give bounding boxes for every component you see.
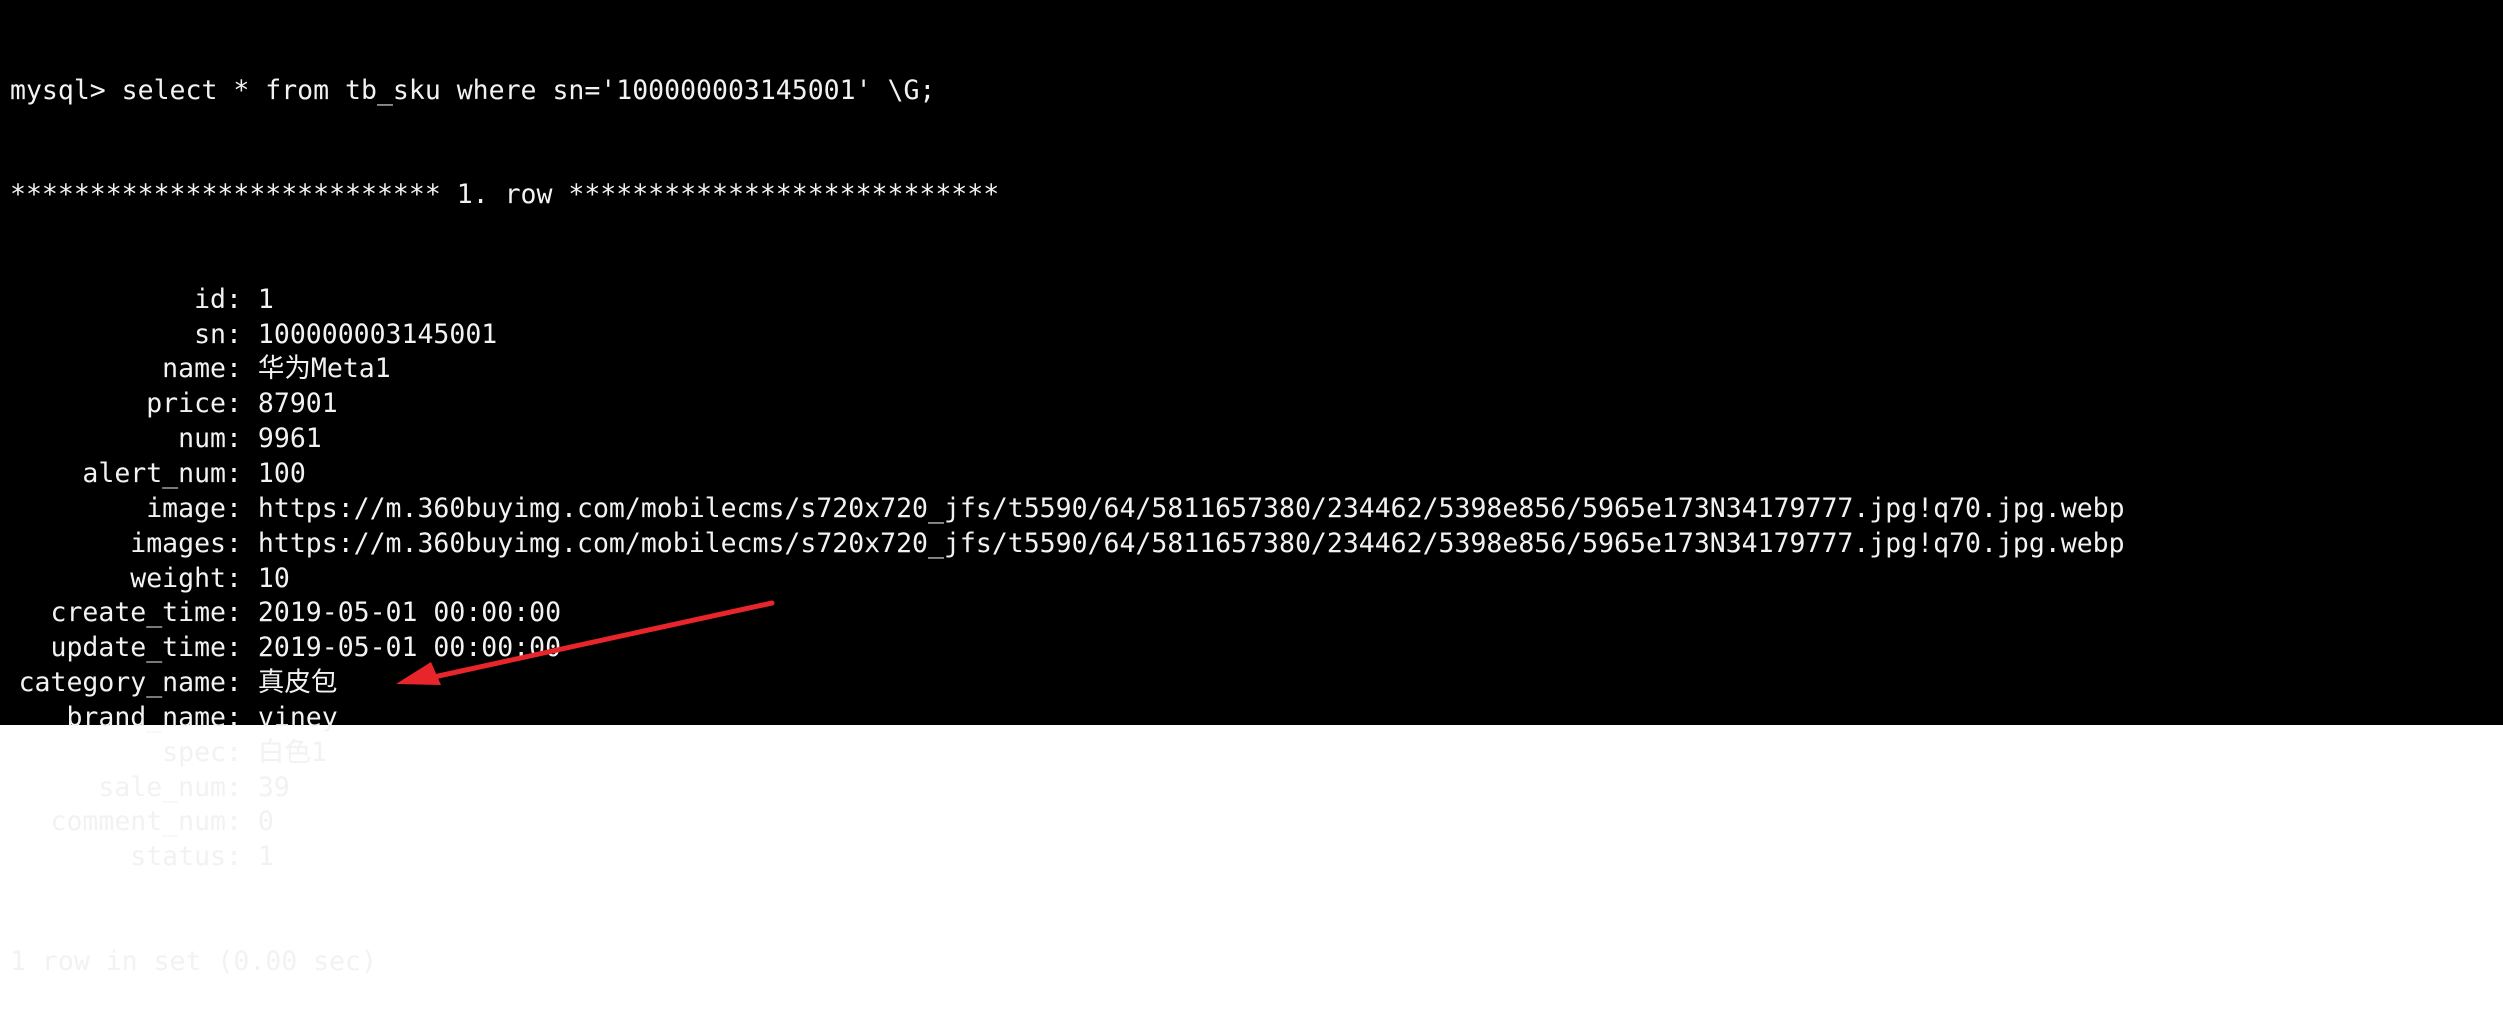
field-name: name: [162, 353, 226, 385]
field-value: 1: [257, 841, 274, 873]
field-value: 2019-05-01 00:00:00: [257, 597, 562, 629]
field-row-status: status: 1: [10, 840, 2503, 875]
field-separator: :: [226, 492, 258, 524]
field-name: alert_num: [82, 457, 226, 489]
field-name: category_name: [18, 667, 226, 699]
field-value: 真皮包: [257, 667, 338, 699]
field-row-brand-name: brand_name: viney: [10, 701, 2503, 736]
field-name: price: [146, 388, 226, 420]
field-row-spec: spec: 白色1: [10, 736, 2503, 771]
row-header: *************************** 1. row *****…: [10, 179, 1000, 211]
field-value: 39: [257, 771, 290, 803]
field-value: viney: [257, 701, 338, 733]
result-summary: 1 row in set (0.00 sec): [10, 945, 377, 977]
field-row-num: num: 9961: [10, 422, 2503, 457]
field-separator: :: [226, 771, 258, 803]
field-row-sn: sn: 100000003145001: [10, 318, 2503, 353]
field-name: brand_name: [66, 701, 226, 733]
field-value: 100: [257, 457, 306, 489]
field-separator: :: [226, 806, 258, 838]
field-separator: :: [226, 841, 258, 873]
field-separator: :: [226, 632, 258, 664]
field-row-category-name: category_name: 真皮包: [10, 666, 2503, 701]
field-separator: :: [226, 527, 258, 559]
field-row-image: image: https://m.360buyimg.com/mobilecms…: [10, 492, 2503, 527]
field-value: 2019-05-01 00:00:00: [257, 632, 562, 664]
field-row-sale-num: sale_num: 39: [10, 771, 2503, 806]
field-value: 9961: [257, 423, 322, 455]
field-separator: :: [226, 318, 258, 350]
field-value: 白色1: [257, 736, 327, 768]
field-name: create_time: [50, 597, 227, 629]
field-name: status: [130, 841, 226, 873]
field-row-price: price: 87901: [10, 387, 2503, 422]
field-row-create-time: create_time: 2019-05-01 00:00:00: [10, 596, 2503, 631]
field-separator: :: [226, 353, 258, 385]
field-row-alert-num: alert_num: 100: [10, 457, 2503, 492]
field-value: https://m.360buyimg.com/mobilecms/s720x7…: [257, 527, 2125, 559]
field-value: 10: [257, 562, 290, 594]
field-value: https://m.360buyimg.com/mobilecms/s720x7…: [257, 492, 2125, 524]
field-row-name: name: 华为Meta1: [10, 352, 2503, 387]
field-separator: :: [226, 597, 258, 629]
terminal-window[interactable]: mysql> select * from tb_sku where sn='10…: [0, 0, 2503, 977]
field-separator: :: [226, 701, 258, 733]
field-separator: :: [226, 283, 258, 315]
field-name: sale_num: [98, 771, 226, 803]
field-value: 0: [257, 806, 274, 838]
field-separator: :: [226, 423, 258, 455]
field-value: 100000003145001: [257, 318, 498, 350]
field-row-update-time: update_time: 2019-05-01 00:00:00: [10, 631, 2503, 666]
field-name: comment_num: [50, 806, 227, 838]
field-separator: :: [226, 667, 258, 699]
field-name: spec: [162, 736, 226, 768]
field-name: image: [146, 492, 226, 524]
field-name: images: [130, 527, 226, 559]
field-value: 87901: [257, 388, 338, 420]
field-name: sn: [194, 318, 226, 350]
field-list: id: 1 sn: 100000003145001 name: 华为Meta1 pri…: [10, 283, 2503, 875]
field-value: 华为Meta1: [257, 353, 391, 385]
field-separator: :: [226, 457, 258, 489]
field-row-weight: weight: 10: [10, 562, 2503, 597]
field-row-images: images: https://m.360buyimg.com/mobilecm…: [10, 527, 2503, 562]
field-separator: :: [226, 388, 258, 420]
field-name: weight: [130, 562, 226, 594]
field-separator: :: [226, 736, 258, 768]
field-name: id: [194, 283, 226, 315]
field-name: update_time: [50, 632, 227, 664]
field-value: 1: [257, 283, 274, 315]
command-line: mysql> select * from tb_sku where sn='10…: [10, 74, 936, 106]
field-row-comment-num: comment_num: 0: [10, 805, 2503, 840]
field-separator: :: [226, 562, 258, 594]
field-name: num: [178, 423, 226, 455]
field-row-id: id: 1: [10, 283, 2503, 318]
